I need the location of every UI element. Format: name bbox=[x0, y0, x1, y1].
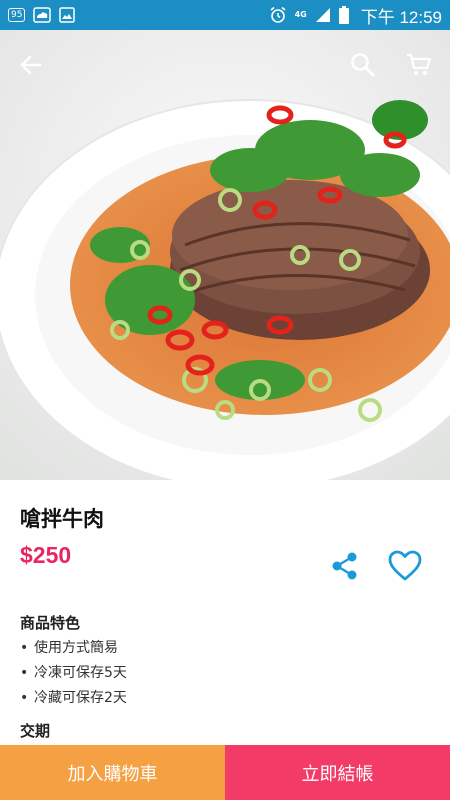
image-icon bbox=[59, 7, 76, 23]
search-icon bbox=[351, 53, 375, 77]
cart-button[interactable] bbox=[402, 48, 436, 82]
favorite-button[interactable] bbox=[386, 547, 424, 585]
list-item: • 冷藏可保存2天 bbox=[20, 686, 127, 711]
add-to-cart-button[interactable]: 加入購物車 bbox=[0, 745, 225, 800]
status-badge: 95 bbox=[8, 8, 26, 22]
cart-icon bbox=[407, 53, 432, 75]
heart-icon bbox=[388, 550, 422, 581]
network-type-label: 4G bbox=[294, 10, 307, 19]
status-bar: 95 4G 下午 12:59 bbox=[0, 0, 450, 30]
back-button[interactable] bbox=[14, 48, 48, 82]
cloud-icon bbox=[33, 7, 52, 23]
battery-icon bbox=[338, 6, 349, 24]
feature-list: • 使用方式簡易 • 冷凍可保存5天 • 冷藏可保存2天 bbox=[20, 636, 127, 711]
status-right-icons: 4G 下午 12:59 bbox=[269, 3, 442, 28]
signal-icon bbox=[315, 7, 331, 23]
search-button[interactable] bbox=[346, 48, 380, 82]
toolbar-actions bbox=[346, 48, 436, 82]
image-toolbar bbox=[0, 30, 450, 100]
list-item: • 使用方式簡易 bbox=[20, 636, 127, 661]
list-item: • 冷凍可保存5天 bbox=[20, 661, 127, 686]
status-left-icons: 95 bbox=[8, 7, 76, 23]
product-name: 嗆拌牛肉 bbox=[20, 507, 104, 531]
feature-text: 使用方式簡易 bbox=[34, 640, 118, 656]
feature-text: 冷藏可保存2天 bbox=[34, 690, 127, 706]
arrow-left-icon bbox=[20, 55, 42, 75]
share-button[interactable] bbox=[328, 549, 362, 583]
checkout-button[interactable]: 立即結帳 bbox=[225, 745, 450, 800]
bottom-action-bar: 加入購物車 立即結帳 bbox=[0, 745, 450, 800]
delivery-title: 交期 bbox=[20, 722, 51, 740]
product-image bbox=[0, 30, 450, 480]
product-price: $250 bbox=[20, 542, 72, 568]
alarm-icon bbox=[269, 6, 287, 24]
features-title: 商品特色 bbox=[20, 614, 81, 632]
feature-text: 冷凍可保存5天 bbox=[34, 665, 127, 681]
share-icon bbox=[332, 552, 357, 580]
status-time: 下午 12:59 bbox=[360, 7, 442, 27]
